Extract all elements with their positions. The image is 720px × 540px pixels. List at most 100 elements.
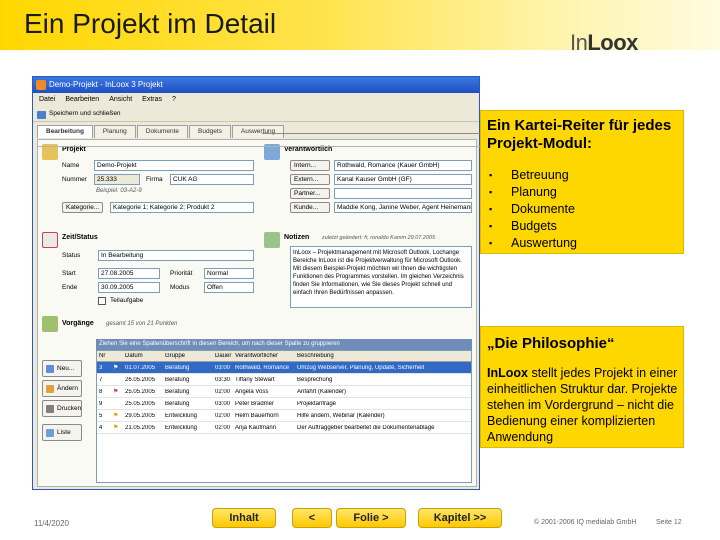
nav-chapter-button[interactable]: Kapitel >> <box>418 508 502 528</box>
cell-description: Der Auftraggeber bearbeitet die Dokument… <box>297 424 435 431</box>
cell-group: Beratung <box>165 388 190 395</box>
nav-next-slide-button[interactable]: Folie > <box>336 508 406 528</box>
cell-group: Beratung <box>165 376 190 383</box>
cell-responsible: Peter Bradmer <box>235 400 275 407</box>
cell-group: Entwicklung <box>165 412 198 419</box>
col-verantwortlicher[interactable]: Verantwortlicher <box>233 353 295 359</box>
toolbar: Speichern und schließen <box>33 108 479 122</box>
partner-button[interactable]: Partner... <box>290 188 330 199</box>
table-row[interactable]: 3 ⚑ 01.07.2005 Beratung 03:00 Rothwald, Rom… <box>97 362 471 374</box>
project-section-label: Projekt <box>62 146 86 153</box>
nummer-hint: Beispiel: 03-A2-9 <box>96 188 142 194</box>
edit-icon <box>46 385 54 393</box>
intern-field[interactable]: Rothwald, Romance (Kauer GmbH) <box>334 160 472 171</box>
tab-bearbeitung[interactable]: Bearbeitung <box>37 125 93 138</box>
cell-duration: 03:30 <box>215 376 231 383</box>
tab-planung[interactable]: Planung <box>93 125 136 138</box>
cell-nr: 9 <box>99 400 103 407</box>
inloox-logo: InLoox <box>570 30 638 55</box>
col-datum[interactable]: Datum <box>123 353 163 359</box>
kunde-field[interactable]: Maddie Kong, Janine Weber, Agent Heinema… <box>334 202 472 213</box>
col-dauer[interactable]: Dauer <box>213 353 233 359</box>
table-row[interactable]: 7 26.05.2005 Beratung 03:30 Tiffany Stewar… <box>97 374 471 386</box>
notizen-textarea[interactable]: InLoox – Projektmanagement mit Microsoft… <box>290 246 472 308</box>
notepad-icon <box>42 316 58 332</box>
cell-nr: 8 <box>99 388 103 395</box>
table-row[interactable]: 4 ⚑ 21.05.2005 Entwicklung 02:00 Anja Kaufm… <box>97 422 471 434</box>
name-label: Name <box>62 162 80 169</box>
cell-date: 29.05.2005 <box>125 412 156 419</box>
vorgaenge-section-label: Vorgänge <box>62 320 94 327</box>
firma-field[interactable]: CUK AG <box>170 174 254 185</box>
tabs-callout: Ein Kartei-Reiter für jedes Projekt-Modu… <box>480 110 684 254</box>
liste-button[interactable]: Liste <box>42 424 82 441</box>
slide-title: Ein Projekt im Detail <box>24 8 277 39</box>
table-row[interactable]: 8 ⚑ 25.05.2005 Beratung 02:00 Angela Voss A… <box>97 386 471 398</box>
list-icon <box>46 429 54 437</box>
list-item: Dokumente <box>487 201 577 218</box>
table-empty-area <box>97 434 471 482</box>
status-select[interactable]: In Bearbeitung <box>98 250 254 261</box>
col-beschreibung[interactable]: Beschreibung <box>295 353 471 359</box>
tab-budgets[interactable]: Budgets <box>189 125 231 138</box>
philosophy-callout: „Die Philosophie“ InLoox stellt jedes Pr… <box>480 326 684 448</box>
ende-label: Ende <box>62 284 78 291</box>
cell-description: Umzug Webserver, Planung, Update, Sicher… <box>297 364 425 371</box>
menu-ansicht[interactable]: Ansicht <box>109 96 132 106</box>
nav-inhalt-button[interactable]: Inhalt <box>212 508 276 528</box>
extern-button[interactable]: Extern... <box>290 174 330 185</box>
partner-field[interactable] <box>334 188 472 199</box>
nummer-field[interactable]: 25.333 <box>94 174 140 185</box>
name-field[interactable]: Demo-Projekt <box>94 160 254 171</box>
footer-copyright: © 2001-2006 IQ medialab GmbH <box>534 519 637 526</box>
zeit-section-label: Zeit/Status <box>62 234 98 241</box>
cell-nr: 5 <box>99 412 103 419</box>
save-close-button[interactable]: Speichern und schließen <box>37 110 121 120</box>
table-row[interactable]: 9 25.05.2005 Beratung 03:00 Peter Bradmer … <box>97 398 471 410</box>
start-date-field[interactable]: 27.08.2005 <box>98 268 160 279</box>
cell-nr: 4 <box>99 424 103 431</box>
menu-extras[interactable]: Extras <box>142 96 162 106</box>
footer-date: 11/4/2020 <box>34 519 69 528</box>
modus-label: Modus <box>170 284 190 291</box>
connector-line <box>262 133 482 134</box>
cell-duration: 02:00 <box>215 412 231 419</box>
tab-dokumente[interactable]: Dokumente <box>136 125 189 138</box>
drucken-button[interactable]: Drucken <box>42 400 82 417</box>
nav-prev-button[interactable]: < <box>292 508 332 528</box>
end-date-field[interactable]: 30.09.2005 <box>98 282 160 293</box>
col-nr[interactable]: Nr <box>97 353 111 359</box>
list-item: Betreuung <box>487 167 577 184</box>
prio-select[interactable]: Normal <box>204 268 254 279</box>
kategorie-field[interactable]: Kategorie 1; Kategorie 2; Produkt 2 <box>110 202 254 213</box>
cell-description: Anfahrt (Kalender) <box>297 388 347 395</box>
footer-page-number: Seite 12 <box>656 519 682 526</box>
cell-duration: 02:00 <box>215 388 231 395</box>
table-row[interactable]: 5 ⚑ 29.05.2005 Entwicklung 02:00 Helm Bauer… <box>97 410 471 422</box>
menu-bearbeiten[interactable]: Bearbeiten <box>65 96 99 106</box>
tabs-callout-title: Ein Kartei-Reiter für jedes Projekt-Modu… <box>487 117 672 152</box>
tab-auswertung[interactable]: Auswertung <box>231 125 285 138</box>
cell-description: Hilfe ändern, Webinar (Kalender) <box>297 412 385 419</box>
app-icon <box>36 80 46 90</box>
aendern-button[interactable]: Ändern <box>42 380 82 397</box>
neu-button[interactable]: Neu... <box>42 360 82 377</box>
philosophy-title: „Die Philosophie“ <box>487 335 615 352</box>
philosophy-text: InLoox stellt jedes Projekt in einer ein… <box>487 366 678 444</box>
cell-responsible: Rothwald, Romance <box>235 364 290 371</box>
modus-select[interactable]: Offen <box>204 282 254 293</box>
vorgaenge-table: Nr Datum Gruppe Dauer Verantwortlicher B… <box>96 350 472 483</box>
cell-description: Projektanfrage <box>297 400 337 407</box>
kategorie-button[interactable]: Kategorie... <box>62 202 104 213</box>
teilaufgabe-checkbox[interactable] <box>98 297 106 305</box>
group-by-band[interactable]: Ziehen Sie eine Spaltenüberschrift in di… <box>96 339 472 350</box>
notizen-meta: zuletzt geändert: fr, ronaldo Kamm 29.07… <box>322 235 436 241</box>
kunde-button[interactable]: Kunde... <box>290 202 330 213</box>
menu-help[interactable]: ? <box>172 96 176 106</box>
menu-bar: Datei Bearbeiten Ansicht Extras ? <box>33 94 479 106</box>
firma-label: Firma <box>146 176 163 183</box>
intern-button[interactable]: Intern... <box>290 160 330 171</box>
extern-field[interactable]: Kanal Kauser GmbH (GF) <box>334 174 472 185</box>
menu-datei[interactable]: Datei <box>39 96 55 106</box>
col-gruppe[interactable]: Gruppe <box>163 353 213 359</box>
